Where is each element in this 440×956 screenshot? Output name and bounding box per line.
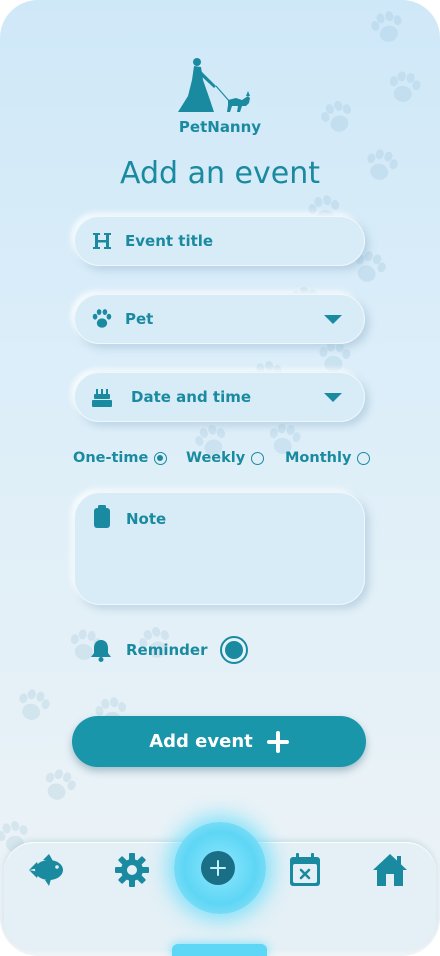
bell-icon <box>90 638 112 662</box>
pet-select[interactable]: Pet <box>74 294 365 344</box>
radio-button[interactable] <box>357 451 371 465</box>
reminder-row: Reminder <box>90 636 270 666</box>
note-placeholder: Note <box>126 510 167 528</box>
calendar-x-icon[interactable] <box>285 850 325 890</box>
gear-icon[interactable] <box>112 850 152 890</box>
clipboard-icon <box>92 505 112 529</box>
home-icon[interactable] <box>370 850 410 890</box>
add-circle-icon <box>201 851 235 885</box>
fish-icon[interactable] <box>26 850 66 890</box>
paw-pattern-background <box>0 8 423 856</box>
event-title-field[interactable]: Event title <box>74 216 365 266</box>
radio-monthly[interactable]: Monthly <box>285 450 371 466</box>
radio-one-time-label: One-time <box>73 450 149 466</box>
chevron-down-icon <box>324 393 342 402</box>
radio-monthly-label: Monthly <box>285 450 352 466</box>
home-indicator <box>172 944 267 956</box>
chevron-down-icon <box>324 315 342 324</box>
radio-weekly-label: Weekly <box>186 450 246 466</box>
reminder-toggle[interactable] <box>220 636 248 664</box>
paw-icon <box>91 308 113 330</box>
recurrence-radio-group: One-time Weekly Monthly <box>73 450 373 470</box>
heading-icon <box>91 230 113 252</box>
datetime-select[interactable]: Date and time <box>74 372 365 422</box>
add-fab-button[interactable] <box>174 822 266 914</box>
birthday-cake-icon <box>91 386 113 408</box>
event-title-placeholder: Event title <box>125 232 214 250</box>
brand-name: PetNanny <box>178 118 262 136</box>
note-textarea[interactable]: Note <box>74 492 365 605</box>
petnanny-logo: PetNanny <box>170 56 270 136</box>
radio-weekly[interactable]: Weekly <box>186 450 265 466</box>
radio-one-time[interactable]: One-time <box>73 450 168 466</box>
reminder-label: Reminder <box>126 641 208 659</box>
woman-walking-dog-icon <box>178 58 250 112</box>
add-event-button-label: Add event <box>149 731 253 752</box>
add-event-button[interactable]: Add event <box>72 716 366 767</box>
radio-button[interactable] <box>251 451 265 465</box>
app-screen: PetNanny Add an event Event title Pet Da… <box>0 0 440 956</box>
plus-icon <box>266 730 289 753</box>
page-title: Add an event <box>120 156 320 191</box>
datetime-select-label: Date and time <box>131 388 252 406</box>
pet-select-label: Pet <box>125 310 154 328</box>
radio-button-checked[interactable] <box>154 451 168 465</box>
